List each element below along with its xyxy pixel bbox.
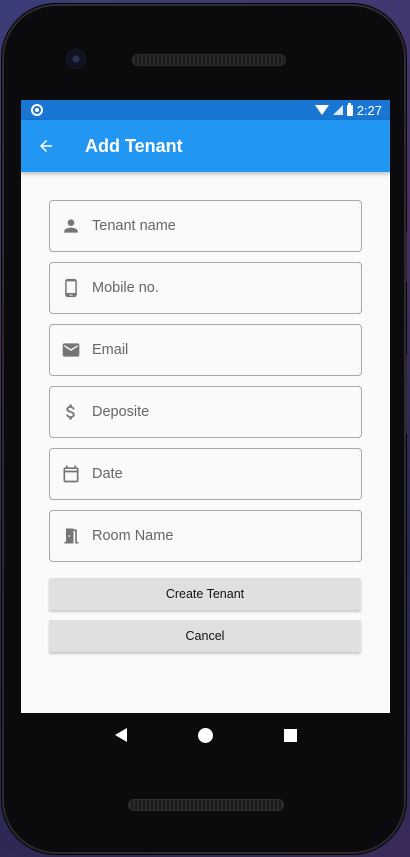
earpiece-speaker xyxy=(132,54,286,66)
app-bar: Add Tenant xyxy=(21,120,390,172)
signal-icon xyxy=(332,105,343,115)
create-tenant-button[interactable]: Create Tenant xyxy=(49,578,361,610)
nav-back-icon[interactable] xyxy=(114,728,127,742)
door-icon xyxy=(50,526,92,546)
arrow-back-icon xyxy=(40,140,52,152)
volume-button xyxy=(404,232,407,282)
back-button[interactable] xyxy=(21,120,71,172)
page-title: Add Tenant xyxy=(85,135,183,156)
email-icon xyxy=(50,340,92,360)
mobile-input[interactable] xyxy=(92,263,361,313)
wifi-icon xyxy=(314,105,329,115)
dollar-icon xyxy=(50,402,92,422)
front-camera xyxy=(67,50,85,68)
bottom-speaker xyxy=(128,799,284,811)
calendar-icon xyxy=(50,464,92,484)
email-field[interactable] xyxy=(49,324,362,376)
tenant-name-input[interactable] xyxy=(92,201,361,251)
deposit-field[interactable] xyxy=(49,386,362,438)
room-name-input[interactable] xyxy=(92,511,361,561)
tenant-form: Create Tenant Cancel xyxy=(21,172,390,652)
status-bar: 2:27 xyxy=(21,100,390,120)
mobile-field[interactable] xyxy=(49,262,362,314)
nav-recents-icon[interactable] xyxy=(283,728,297,742)
status-indicators: 2:27 xyxy=(314,102,382,118)
notification-icon xyxy=(31,104,43,116)
email-input[interactable] xyxy=(92,325,361,375)
room-name-field[interactable] xyxy=(49,510,362,562)
nav-home-icon[interactable] xyxy=(197,727,213,743)
date-input[interactable] xyxy=(92,449,361,499)
phone-icon xyxy=(50,278,92,298)
deposit-input[interactable] xyxy=(92,387,361,437)
person-icon xyxy=(50,216,92,236)
tenant-name-field[interactable] xyxy=(49,200,362,252)
battery-icon xyxy=(346,102,353,116)
app-screen: 2:27 Add Tenant Tenant name Mobile no. E… xyxy=(21,100,390,713)
date-field[interactable] xyxy=(49,448,362,500)
cancel-button[interactable]: Cancel xyxy=(49,620,361,652)
power-button xyxy=(404,354,407,434)
android-nav-bar xyxy=(21,713,390,757)
status-time: 2:27 xyxy=(356,102,382,118)
